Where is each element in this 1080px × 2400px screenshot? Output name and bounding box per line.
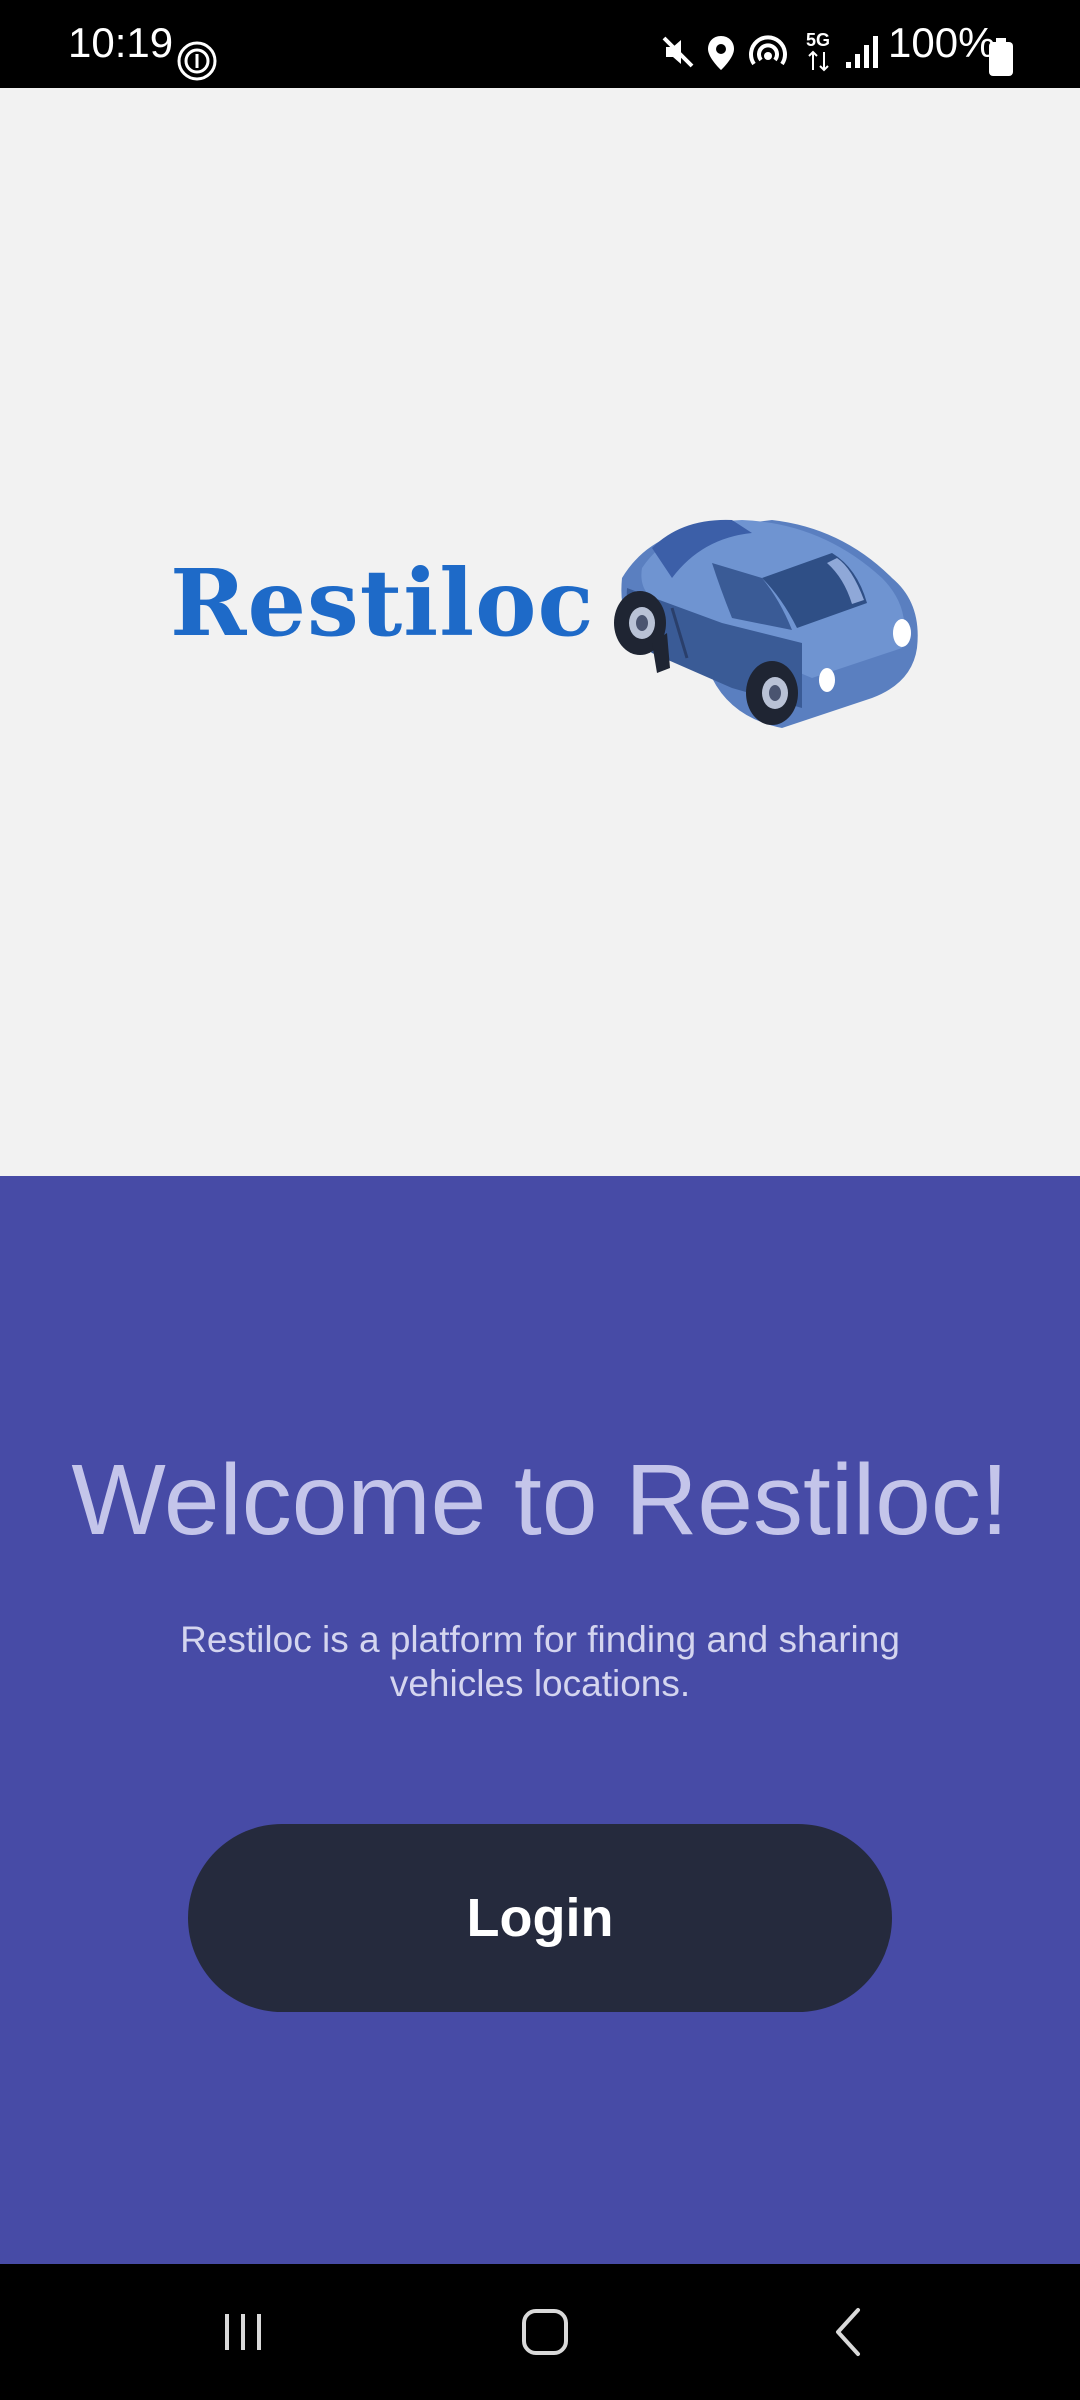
home-button[interactable] xyxy=(495,2292,595,2372)
navigation-bar xyxy=(0,2264,1080,2400)
5g-icon: 5G xyxy=(806,30,830,72)
screen: 10:19 5G 100% Restiloc Welcome to Restil… xyxy=(0,0,1080,2400)
hotspot-icon xyxy=(749,35,787,66)
welcome-panel xyxy=(0,1176,1080,2264)
status-bar: 10:19 5G 100% xyxy=(0,0,1080,88)
location-icon xyxy=(708,36,734,70)
battery-icon xyxy=(989,38,1013,76)
battery-percentage: 100% xyxy=(888,19,996,66)
welcome-title: Welcome to Restiloc! xyxy=(71,1444,1009,1556)
back-icon xyxy=(836,2308,860,2356)
signal-icon xyxy=(846,36,878,68)
back-button[interactable] xyxy=(798,2292,898,2372)
car-icon xyxy=(614,519,918,728)
recent-apps-button[interactable] xyxy=(193,2292,293,2372)
home-icon xyxy=(522,2309,568,2355)
recent-apps-icon xyxy=(225,2314,261,2350)
svg-text:5G: 5G xyxy=(806,30,830,50)
fingerprint-icon xyxy=(177,41,217,81)
welcome-description: Restiloc is a platform for finding and s… xyxy=(180,1619,900,1704)
status-time: 10:19 xyxy=(68,19,174,66)
mute-icon xyxy=(662,36,694,68)
logo-text: Restiloc xyxy=(170,549,595,657)
login-button[interactable]: Login xyxy=(188,1824,892,2012)
